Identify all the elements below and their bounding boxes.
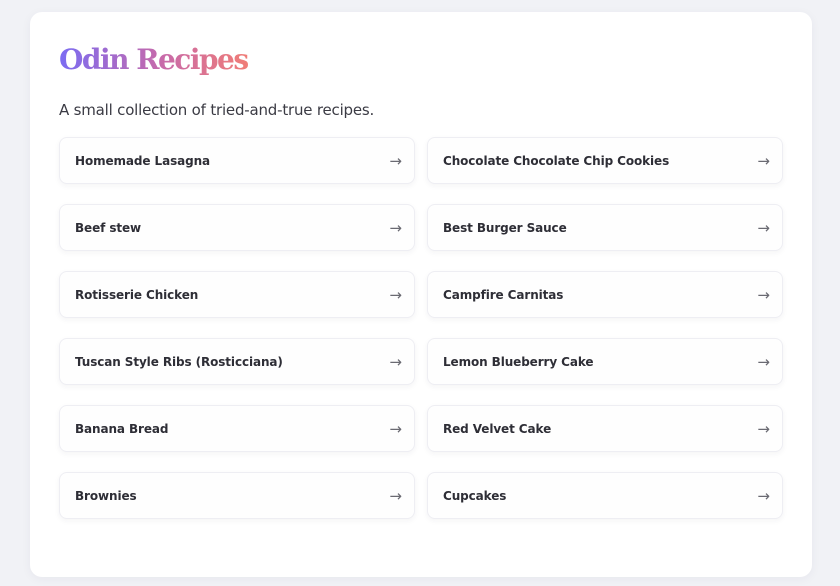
arrow-right-icon: → bbox=[757, 218, 770, 237]
recipe-link[interactable]: Best Burger Sauce → bbox=[427, 204, 783, 251]
recipe-label: Rotisserie Chicken bbox=[75, 287, 199, 302]
recipe-label: Beef stew bbox=[75, 220, 142, 235]
arrow-right-icon: → bbox=[757, 352, 770, 371]
recipe-label: Campfire Carnitas bbox=[443, 287, 564, 302]
recipe-link[interactable]: Rotisserie Chicken → bbox=[59, 271, 415, 318]
arrow-right-icon: → bbox=[389, 218, 402, 237]
arrow-right-icon: → bbox=[389, 352, 402, 371]
arrow-right-icon: → bbox=[389, 486, 402, 505]
recipe-label: Best Burger Sauce bbox=[443, 220, 567, 235]
arrow-right-icon: → bbox=[389, 151, 402, 170]
recipe-label: Brownies bbox=[75, 488, 137, 503]
recipe-label: Chocolate Chocolate Chip Cookies bbox=[443, 153, 670, 168]
recipe-label: Cupcakes bbox=[443, 488, 507, 503]
arrow-right-icon: → bbox=[757, 419, 770, 438]
recipe-label: Lemon Blueberry Cake bbox=[443, 354, 594, 369]
arrow-right-icon: → bbox=[757, 486, 770, 505]
recipe-label: Banana Bread bbox=[75, 421, 169, 436]
recipe-label: Tuscan Style Ribs (Rosticciana) bbox=[75, 354, 283, 369]
arrow-right-icon: → bbox=[389, 419, 402, 438]
recipe-link[interactable]: Cupcakes → bbox=[427, 472, 783, 519]
recipe-link[interactable]: Brownies → bbox=[59, 472, 415, 519]
recipe-link[interactable]: Homemade Lasagna → bbox=[59, 137, 415, 184]
arrow-right-icon: → bbox=[389, 285, 402, 304]
arrow-right-icon: → bbox=[757, 151, 770, 170]
recipe-link[interactable]: Lemon Blueberry Cake → bbox=[427, 338, 783, 385]
arrow-right-icon: → bbox=[757, 285, 770, 304]
page-subtitle: A small collection of tried-and-true rec… bbox=[59, 101, 375, 119]
recipe-label: Homemade Lasagna bbox=[75, 153, 211, 168]
recipe-link[interactable]: Beef stew → bbox=[59, 204, 415, 251]
recipe-link[interactable]: Banana Bread → bbox=[59, 405, 415, 452]
page-title: Odin Recipes bbox=[59, 43, 249, 76]
recipe-link[interactable]: Red Velvet Cake → bbox=[427, 405, 783, 452]
recipe-grid: Homemade Lasagna → Chocolate Chocolate C… bbox=[59, 137, 783, 519]
recipe-label: Red Velvet Cake bbox=[443, 421, 552, 436]
recipe-link[interactable]: Chocolate Chocolate Chip Cookies → bbox=[427, 137, 783, 184]
recipe-link[interactable]: Tuscan Style Ribs (Rosticciana) → bbox=[59, 338, 415, 385]
main-card: Odin Recipes A small collection of tried… bbox=[30, 12, 812, 577]
recipe-link[interactable]: Campfire Carnitas → bbox=[427, 271, 783, 318]
